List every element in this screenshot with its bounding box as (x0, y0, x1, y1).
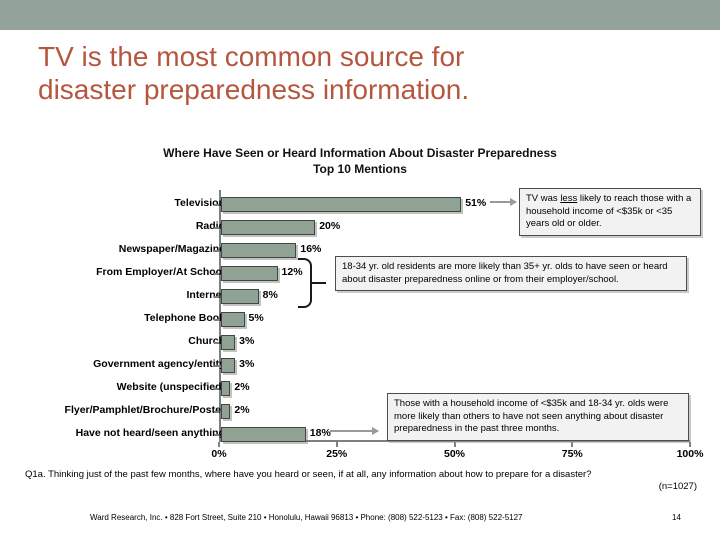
x-tick-mark (335, 442, 338, 447)
bar (221, 312, 245, 327)
category-label: Television (174, 197, 225, 209)
bar (221, 381, 231, 396)
header-band (0, 0, 720, 30)
bar-value-label: 8% (262, 289, 278, 301)
category-label: Church (188, 335, 225, 347)
x-tick-label: 100% (676, 448, 704, 460)
axis-tick (214, 365, 219, 367)
x-tick-mark (689, 442, 691, 447)
bar (221, 427, 306, 442)
category-label: Radio (195, 220, 225, 232)
x-tick-label: 75% (561, 448, 583, 460)
category-label: From Employer/At School (96, 266, 225, 278)
x-axis-ticks: 0% 25% 50% 75% 100% (0, 442, 720, 468)
axis-tick (214, 227, 219, 229)
bar-value-label: 2% (234, 404, 250, 416)
bar-value-label: 16% (300, 243, 322, 255)
not-heard-callout-arrow (330, 427, 379, 435)
age-callout-text: 18-34 yr. old residents are more likely … (342, 261, 668, 285)
bar (221, 220, 316, 235)
bar-value-label: 2% (234, 381, 250, 393)
bar (221, 243, 297, 258)
page-title-line-2: disaster preparedness information. (38, 74, 470, 105)
x-tick-mark (453, 442, 456, 447)
category-label: Government agency/entity (93, 358, 225, 370)
axis-tick (214, 273, 219, 275)
category-label: Website (unspecified) (116, 381, 225, 393)
page-title-line-1: TV is the most common source for (38, 41, 465, 72)
x-tick-label: 0% (211, 448, 227, 460)
bar-row: Telephone Book 5% (0, 308, 720, 332)
axis-tick (214, 388, 219, 390)
company-credit: Ward Research, Inc. • 828 Fort Street, S… (90, 513, 523, 522)
category-label: Internet (186, 289, 225, 301)
tv-callout-text-before: TV was (526, 193, 561, 204)
category-label: Telephone Book (144, 312, 225, 324)
page-title: TV is the most common source for disaste… (38, 40, 658, 106)
bar-value-label: 3% (239, 335, 255, 347)
axis-tick (214, 342, 219, 344)
chart-heading-line-2: Top 10 Mentions (313, 162, 407, 176)
axis-tick (214, 204, 219, 206)
slide: TV is the most common source for disaste… (0, 0, 720, 540)
bar (221, 404, 231, 419)
x-tick-label: 50% (443, 448, 466, 460)
axis-tick (214, 319, 219, 321)
axis-tick (214, 250, 219, 252)
bar-value-label: 20% (319, 220, 341, 232)
category-label: Have not heard/seen anything (75, 427, 225, 439)
bar-row: Government agency/entity 3% (0, 354, 720, 378)
sample-size: (n=1027) (658, 481, 697, 492)
x-tick-mark (218, 442, 220, 447)
bar (221, 335, 236, 350)
tv-callout-emphasis: less (560, 193, 578, 204)
tv-callout: TV was less likely to reach those with a… (519, 188, 701, 236)
axis-tick (214, 434, 219, 436)
chart-heading: Where Have Seen or Heard Information Abo… (60, 145, 660, 177)
category-label: Newspaper/Magazine (118, 243, 225, 255)
bar-row: Church 3% (0, 331, 720, 355)
chart-heading-line-1: Where Have Seen or Heard Information Abo… (163, 146, 557, 160)
tv-callout-arrow (490, 198, 517, 206)
not-heard-callout-text: Those with a household income of <$35k a… (394, 398, 669, 434)
grouping-brace-stem (312, 282, 326, 284)
category-label: Flyer/Pamphlet/Brochure/Poster (64, 404, 225, 416)
not-heard-callout: Those with a household income of <$35k a… (387, 393, 689, 441)
axis-tick (214, 296, 219, 298)
bar (221, 289, 259, 304)
grouping-brace (298, 258, 312, 308)
question-note: Q1a. Thinking just of the past few month… (25, 469, 592, 480)
axis-tick (214, 411, 219, 413)
x-tick-label: 25% (326, 448, 348, 460)
bar (221, 358, 236, 373)
bar-value-label: 51% (465, 197, 487, 209)
page-number: 14 (672, 513, 681, 522)
bar-value-label: 3% (239, 358, 255, 370)
age-callout: 18-34 yr. old residents are more likely … (335, 256, 687, 291)
bar-value-label: 18% (309, 427, 331, 439)
bar-value-label: 5% (248, 312, 264, 324)
bar (221, 197, 462, 212)
x-tick-mark (571, 442, 574, 447)
bar (221, 266, 278, 281)
